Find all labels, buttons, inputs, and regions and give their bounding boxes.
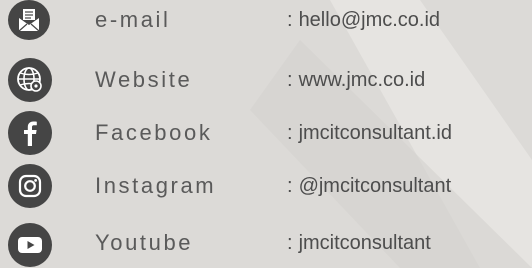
contact-row-facebook: Facebook : jmcitconsultant.id — [0, 111, 532, 155]
contact-value[interactable]: : jmcitconsultant.id — [287, 111, 452, 155]
contact-row-youtube: Youtube : jmcitconsultant — [0, 221, 532, 267]
facebook-icon — [8, 111, 52, 155]
separator: : — [287, 9, 293, 31]
envelope-icon — [8, 0, 50, 40]
contact-label: Website — [95, 67, 193, 92]
contact-value[interactable]: : jmcitconsultant — [287, 221, 431, 265]
globe-icon — [8, 58, 52, 102]
separator: : — [287, 69, 293, 91]
instagram-value[interactable]: @jmcitconsultant — [299, 175, 452, 197]
contact-label: Facebook — [95, 120, 213, 145]
facebook-value[interactable]: jmcitconsultant.id — [299, 122, 452, 144]
contact-value[interactable]: : www.jmc.co.id — [287, 58, 425, 102]
contact-value[interactable]: : @jmcitconsultant — [287, 164, 451, 208]
contact-row-email: e-mail : hello@jmc.co.id — [0, 0, 532, 44]
contact-label: Youtube — [95, 230, 194, 255]
separator: : — [287, 232, 293, 254]
email-value[interactable]: hello@jmc.co.id — [299, 9, 440, 31]
contact-label: Instagram — [95, 173, 217, 198]
separator: : — [287, 175, 293, 197]
website-value[interactable]: www.jmc.co.id — [299, 69, 426, 91]
youtube-icon — [8, 223, 52, 267]
contact-label: e-mail — [95, 7, 171, 32]
contact-row-instagram: Instagram : @jmcitconsultant — [0, 164, 532, 208]
instagram-icon — [8, 164, 52, 208]
youtube-value[interactable]: jmcitconsultant — [299, 232, 431, 254]
contact-row-website: Website : www.jmc.co.id — [0, 58, 532, 102]
contact-value[interactable]: : hello@jmc.co.id — [287, 0, 440, 40]
separator: : — [287, 122, 293, 144]
contact-list: e-mail : hello@jmc.co.id Website : www.jmc… — [0, 0, 532, 268]
